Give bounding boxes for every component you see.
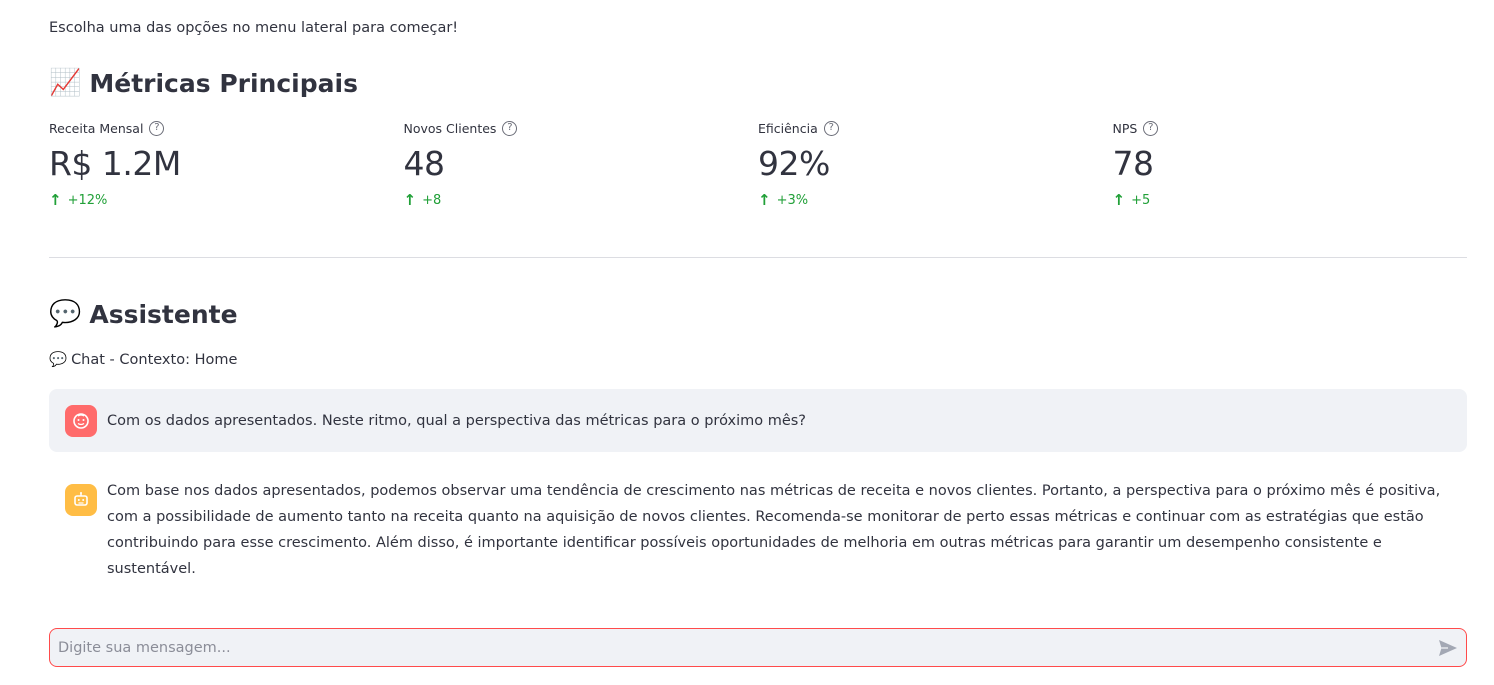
- metric-label: Receita Mensal: [49, 120, 144, 136]
- face-icon: [65, 404, 97, 437]
- speech-balloon-small-icon: 💬: [49, 352, 68, 368]
- metric-label: NPS: [1112, 120, 1138, 136]
- metric-nps: NPS ? 78 ↑ +5: [1113, 118, 1468, 209]
- help-icon[interactable]: ?: [823, 120, 839, 136]
- help-icon[interactable]: ?: [149, 120, 165, 136]
- help-icon[interactable]: ?: [502, 120, 518, 136]
- metrics-title: Métricas Principais: [89, 68, 358, 98]
- metric-label-row: Receita Mensal ?: [49, 118, 404, 138]
- metric-value: 48: [403, 144, 445, 183]
- metrics-row: Receita Mensal ? R$ 1.2M ↑ +12% Novos Cl…: [49, 118, 1467, 209]
- assistant-title: Assistente: [89, 299, 238, 329]
- metric-delta: ↑ +8: [404, 191, 759, 209]
- send-button[interactable]: [1430, 630, 1466, 666]
- chart-emoji-icon: 📈: [49, 68, 82, 98]
- arrow-up-icon: ↑: [1112, 191, 1126, 209]
- arrow-up-icon: ↑: [49, 191, 62, 209]
- metric-eficiencia: Eficiência ? 92% ↑ +3%: [758, 118, 1113, 209]
- arrow-up-icon: ↑: [758, 191, 771, 209]
- arrow-up-icon: ↑: [403, 191, 417, 209]
- metric-value: R$ 1.2M: [49, 144, 181, 183]
- chat-message-text: Com os dados apresentados. Neste ritmo, …: [107, 412, 807, 429]
- metric-delta: ↑ +3%: [758, 191, 1113, 209]
- metric-receita-mensal: Receita Mensal ? R$ 1.2M ↑ +12%: [49, 118, 404, 209]
- metric-value: 78: [1112, 144, 1154, 183]
- chat-message-text: Com base nos dados apresentados, podemos…: [107, 483, 1441, 577]
- metric-novos-clientes: Novos Clientes ? 48 ↑ +8: [404, 118, 759, 209]
- chat-context-caption: 💬 Chat - Contexto: Home: [49, 351, 238, 369]
- metric-label-row: Novos Clientes ?: [404, 118, 759, 138]
- metrics-heading: 📈 Métricas Principais: [49, 68, 358, 98]
- section-divider: [49, 257, 1467, 258]
- metric-delta-value: +5: [1131, 192, 1151, 208]
- metric-label-row: NPS ?: [1113, 118, 1468, 138]
- metric-delta: ↑ +5: [1113, 191, 1468, 209]
- assistant-heading: 💬 Assistente: [49, 299, 238, 329]
- speech-balloon-icon: 💬: [49, 299, 82, 329]
- metric-label: Novos Clientes: [403, 120, 497, 136]
- intro-text: Escolha uma das opções no menu lateral p…: [49, 20, 459, 36]
- chat-message-user: Com os dados apresentados. Neste ritmo, …: [49, 389, 1467, 452]
- chat-context-label: Chat - Contexto: Home: [71, 351, 238, 368]
- send-icon: [1439, 639, 1457, 656]
- metric-label-row: Eficiência ?: [758, 118, 1113, 138]
- metric-delta-value: +3%: [776, 192, 809, 208]
- metric-delta-value: +12%: [67, 192, 108, 208]
- chat-input-container: [49, 628, 1467, 667]
- metric-delta: ↑ +12%: [49, 191, 404, 209]
- metric-value: 92%: [758, 144, 830, 183]
- chat-message-input[interactable]: [50, 629, 1430, 666]
- help-icon[interactable]: ?: [1143, 120, 1159, 136]
- chat-message-assistant: Com base nos dados apresentados, podemos…: [49, 478, 1467, 577]
- metric-delta-value: +8: [422, 192, 442, 208]
- metric-label: Eficiência: [758, 120, 818, 136]
- robot-icon: [65, 484, 97, 516]
